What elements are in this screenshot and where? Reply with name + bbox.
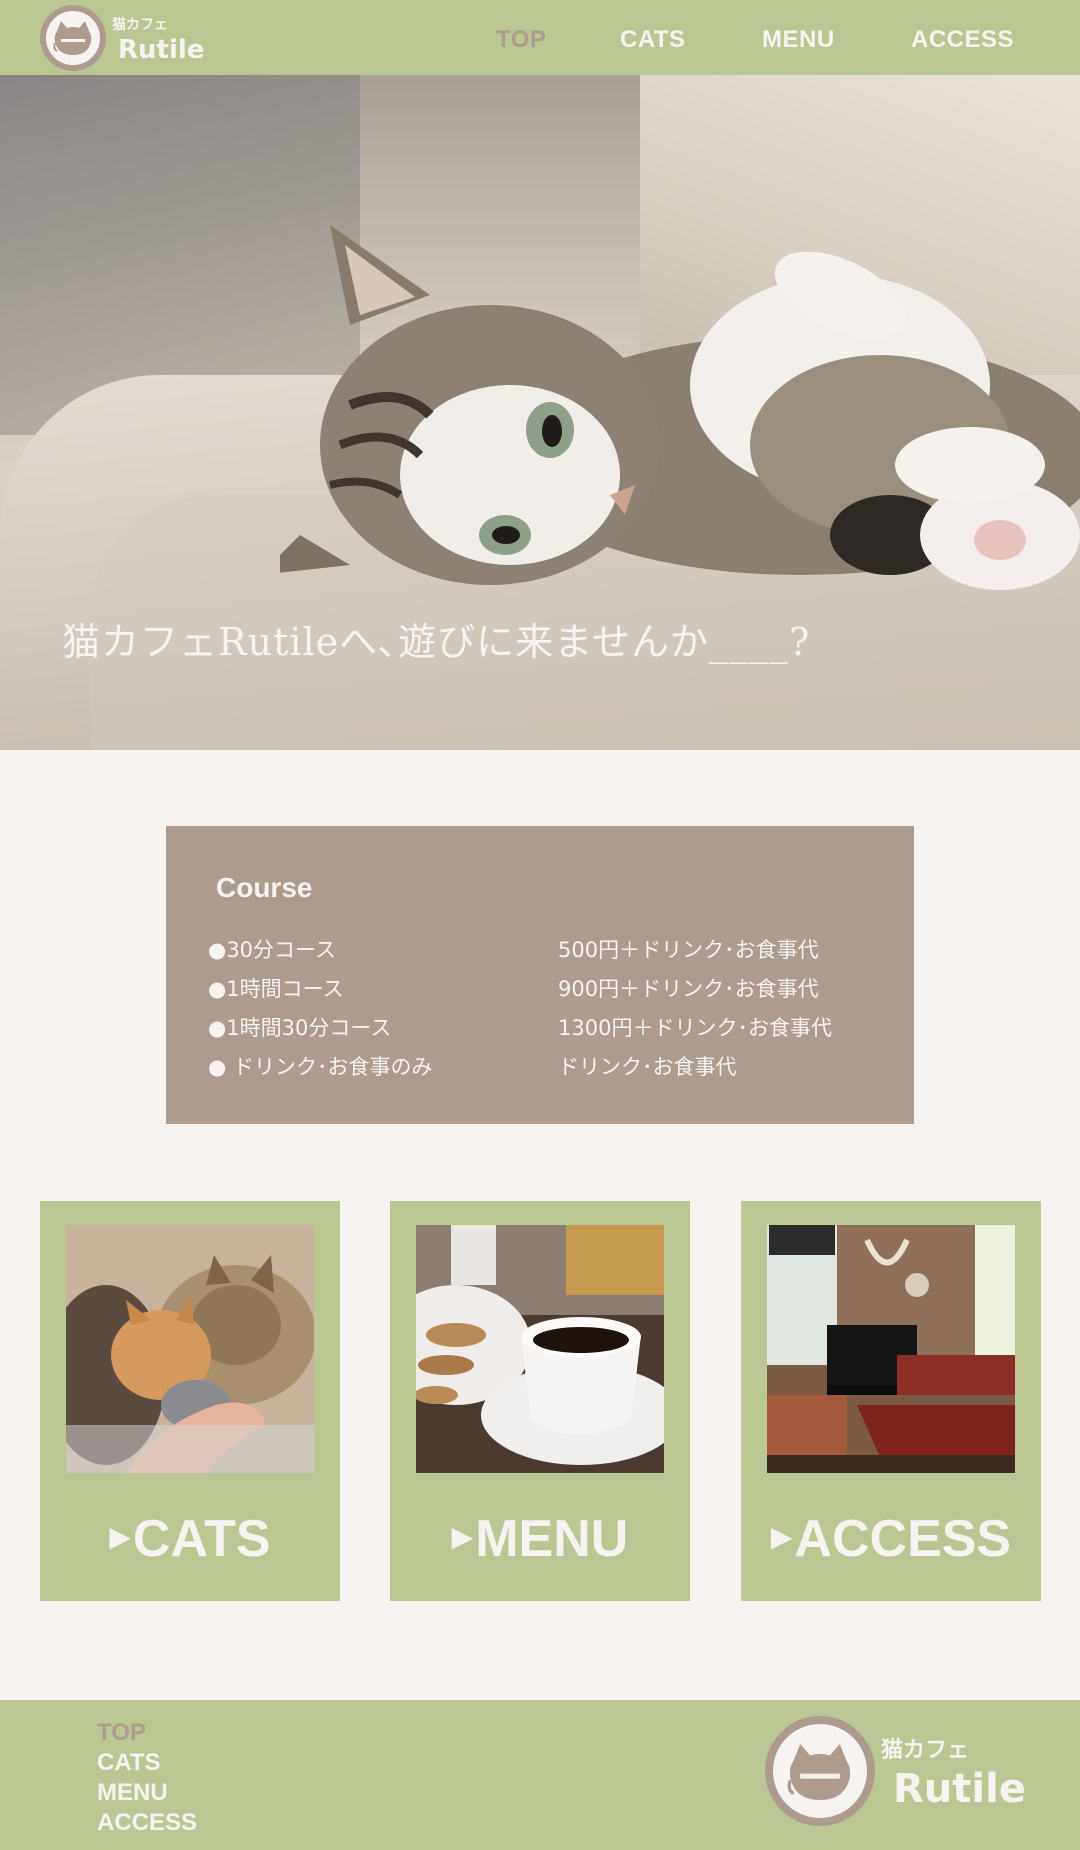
- access-card-label: ▶ACCESS: [741, 1509, 1041, 1569]
- access-card-link[interactable]: ▶ACCESS: [741, 1201, 1041, 1601]
- access-photo: [767, 1225, 1015, 1473]
- nav-top-link[interactable]: TOP: [496, 26, 546, 54]
- course-price: 900円＋ドリンク･お食事代: [558, 977, 819, 1001]
- site-header: 猫カフェ Rutile TOP CATS MENU ACCESS: [0, 0, 1080, 75]
- footer-logo-title: Rutile: [893, 1766, 1026, 1812]
- hero-banner: 猫カフェRutileへ､遊びに来ませんか____?: [0, 75, 1080, 750]
- play-triangle-icon: ▶: [770, 1520, 793, 1552]
- course-title: Course: [216, 872, 313, 903]
- logo-title: Rutile: [118, 35, 205, 65]
- nav-access-link[interactable]: ACCESS: [911, 26, 1014, 54]
- play-triangle-icon: ▶: [451, 1520, 474, 1552]
- course-name: ● ドリンク･お食事のみ: [208, 1055, 433, 1079]
- footer-nav-access-link[interactable]: ACCESS: [97, 1808, 197, 1838]
- course-price: 500円＋ドリンク･お食事代: [558, 938, 819, 962]
- course-row: ●1時間コース 900円＋ドリンク･お食事代: [208, 973, 888, 1007]
- course-name: ●30分コース: [208, 938, 336, 962]
- cats-card-link[interactable]: ▶CATS: [40, 1201, 340, 1601]
- footer-logo-subtitle: 猫カフェ: [881, 1738, 970, 1763]
- site-logo[interactable]: 猫カフェ Rutile: [40, 5, 220, 71]
- course-price: 1300円＋ドリンク･お食事代: [558, 1016, 832, 1040]
- menu-card-link[interactable]: ▶MENU: [390, 1201, 690, 1601]
- nav-menu-link[interactable]: MENU: [762, 26, 835, 54]
- footer-nav-cats-link[interactable]: CATS: [97, 1748, 197, 1778]
- course-row: ● ドリンク･お食事のみ ドリンク･お食事代: [208, 1051, 888, 1085]
- menu-card-label: ▶MENU: [390, 1509, 690, 1569]
- footer-logo[interactable]: 猫カフェ Rutile: [765, 1716, 1045, 1828]
- nav-cats-link[interactable]: CATS: [620, 26, 686, 54]
- cat-logo-icon: [40, 5, 106, 71]
- menu-photo: [416, 1225, 664, 1473]
- hero-tagline: 猫カフェRutileへ､遊びに来ませんか____?: [62, 620, 811, 664]
- cat-logo-icon: [765, 1716, 875, 1826]
- logo-subtitle: 猫カフェ: [112, 17, 168, 33]
- course-price: ドリンク･お食事代: [558, 1055, 737, 1079]
- footer-nav-top-link[interactable]: TOP: [97, 1718, 197, 1748]
- course-row: ●30分コース 500円＋ドリンク･お食事代: [208, 934, 888, 968]
- site-footer: TOP CATS MENU ACCESS 猫カフェ Rutile: [0, 1700, 1080, 1850]
- course-name: ●1時間コース: [208, 977, 344, 1001]
- footer-nav-menu-link[interactable]: MENU: [97, 1778, 197, 1808]
- footer-nav: TOP CATS MENU ACCESS: [97, 1718, 197, 1838]
- menu-card-text: MENU: [475, 1510, 629, 1568]
- play-triangle-icon: ▶: [109, 1520, 131, 1552]
- cats-card-label: ▶CATS: [40, 1509, 340, 1569]
- cats-photo: [66, 1225, 314, 1473]
- course-price-panel: Course ●30分コース 500円＋ドリンク･お食事代 ●1時間コース 90…: [166, 826, 914, 1124]
- course-row: ●1時間30分コース 1300円＋ドリンク･お食事代: [208, 1012, 888, 1046]
- cats-card-text: CATS: [132, 1510, 271, 1568]
- access-card-text: ACCESS: [794, 1510, 1012, 1568]
- course-name: ●1時間30分コース: [208, 1016, 392, 1040]
